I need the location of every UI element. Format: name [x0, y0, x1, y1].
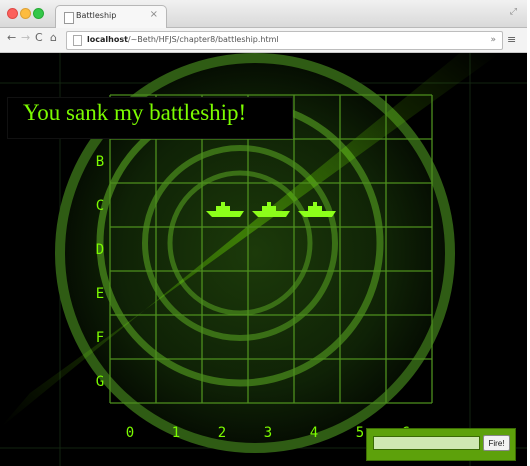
column-label: 1 — [172, 425, 180, 441]
tab-title: Battleship — [76, 11, 117, 20]
guess-input[interactable] — [373, 436, 480, 450]
row-label: F — [96, 330, 104, 346]
back-button[interactable]: ← — [7, 31, 16, 44]
forward-button[interactable]: → — [21, 31, 30, 44]
row-label: D — [96, 242, 104, 258]
row-label: E — [96, 286, 104, 302]
close-window-button[interactable] — [7, 8, 18, 19]
row-label: B — [96, 154, 104, 170]
tab-close-icon[interactable]: × — [150, 9, 158, 20]
ship-mast — [267, 202, 271, 206]
ship-mast — [313, 202, 317, 206]
ship-superstructure — [262, 206, 276, 211]
page-icon — [73, 35, 82, 46]
url-text: localhost/~Beth/HFJS/chapter8/battleship… — [87, 35, 279, 44]
column-label: 2 — [218, 425, 226, 441]
ship-hull — [252, 211, 290, 217]
fire-button[interactable]: Fire! — [483, 435, 510, 451]
message-text: You sank my battleship! — [23, 100, 247, 125]
ship-hull — [206, 211, 244, 217]
tab-battleship[interactable]: Battleship × — [55, 5, 167, 28]
row-label: G — [96, 374, 104, 390]
url-path: /~Beth/HFJS/chapter8/battleship.html — [127, 35, 279, 44]
address-bar[interactable]: localhost/~Beth/HFJS/chapter8/battleship… — [66, 31, 503, 50]
expand-icon[interactable]: ⤢ — [510, 7, 517, 17]
column-label: 4 — [310, 425, 318, 441]
zoom-window-button[interactable] — [33, 8, 44, 19]
ship-superstructure — [308, 206, 322, 211]
menu-icon[interactable]: ≡ — [507, 33, 516, 46]
extensions-icon[interactable]: » — [490, 35, 496, 45]
browser-window: Battleship × ⤢ ← → C ⌂ localhost/~Beth/H… — [0, 0, 527, 466]
browser-toolbar: ← → C ⌂ localhost/~Beth/HFJS/chapter8/ba… — [0, 28, 527, 53]
minimize-window-button[interactable] — [20, 8, 31, 19]
column-label: 5 — [356, 425, 364, 441]
game-page: ABCDEFG 0123456 MISS You sank my battles… — [0, 53, 527, 466]
tab-strip: Battleship × ⤢ — [0, 0, 527, 28]
column-label: 3 — [264, 425, 272, 441]
page-icon — [64, 12, 74, 24]
row-label: C — [96, 198, 104, 214]
url-host: localhost — [87, 35, 128, 44]
ship-mast — [221, 202, 225, 206]
reload-button[interactable]: C — [35, 31, 43, 44]
column-label: 0 — [126, 425, 134, 441]
ship-hull — [298, 211, 336, 217]
ship-superstructure — [216, 206, 230, 211]
home-button[interactable]: ⌂ — [50, 31, 57, 44]
message-area: You sank my battleship! — [8, 98, 292, 138]
